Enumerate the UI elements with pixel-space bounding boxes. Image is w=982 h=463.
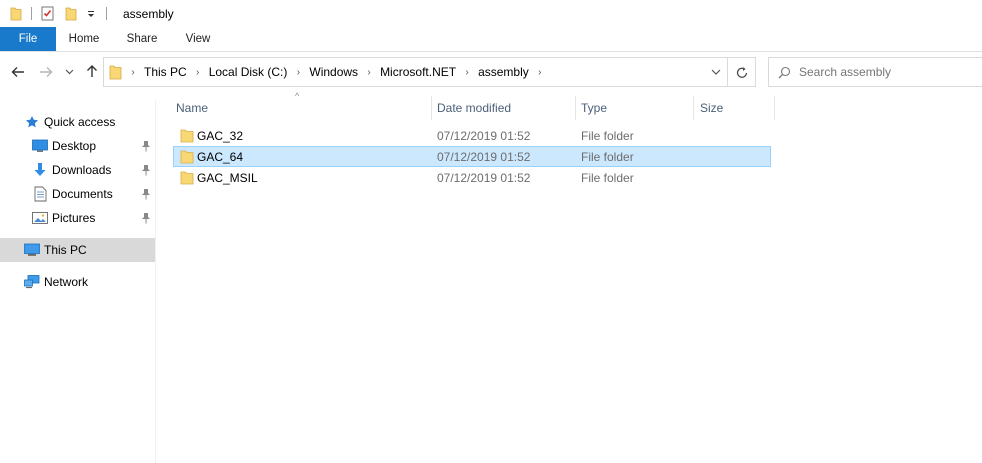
pin-icon[interactable]: [140, 139, 152, 153]
folder-icon: [180, 128, 196, 143]
forward-arrow-icon[interactable]: [38, 64, 54, 80]
chevron-right-icon[interactable]: ›: [460, 67, 474, 78]
nav-this-pc-label: This PC: [44, 243, 87, 257]
file-date: 07/12/2019 01:52: [437, 149, 531, 164]
search-input[interactable]: [799, 65, 969, 79]
pin-icon[interactable]: [140, 187, 152, 201]
column-divider[interactable]: [693, 96, 694, 120]
computer-icon: [24, 242, 40, 258]
file-row[interactable]: GAC_MSIL 07/12/2019 01:52 File folder: [173, 167, 771, 188]
tab-home[interactable]: Home: [56, 27, 112, 51]
nav-network-label: Network: [44, 275, 89, 289]
toolbar-separator: [31, 7, 32, 20]
nav-quick-access-label: Quick access: [44, 115, 116, 129]
quick-access-toolbar: [0, 0, 115, 27]
column-divider[interactable]: [431, 96, 432, 120]
column-header-size[interactable]: Size: [700, 96, 774, 120]
new-folder-icon[interactable]: [64, 6, 78, 22]
customize-toolbar-icon[interactable]: [84, 6, 98, 22]
back-arrow-icon[interactable]: [10, 64, 26, 80]
crumb-this-pc[interactable]: This PC: [140, 65, 191, 79]
window-title: assembly: [123, 6, 174, 21]
downloads-icon: [32, 162, 48, 178]
breadcrumb: › This PC › Local Disk (C:) › Windows › …: [104, 58, 703, 86]
folder-icon: [180, 149, 196, 164]
recent-locations-chevron-icon[interactable]: [63, 64, 75, 80]
crumb-local-disk[interactable]: Local Disk (C:): [205, 65, 292, 79]
nav-item-label: Documents: [52, 187, 113, 201]
column-header-type[interactable]: Type: [581, 96, 693, 120]
file-name: GAC_64: [197, 149, 244, 164]
nav-this-pc[interactable]: This PC: [0, 238, 155, 262]
nav-item-label: Desktop: [52, 139, 97, 153]
folder-icon[interactable]: [9, 6, 23, 22]
title-bar: assembly: [0, 0, 982, 27]
pin-icon[interactable]: [140, 163, 152, 177]
column-divider[interactable]: [575, 96, 576, 120]
network-icon: [24, 274, 40, 290]
address-bar[interactable]: › This PC › Local Disk (C:) › Windows › …: [103, 57, 756, 87]
properties-icon[interactable]: [40, 6, 54, 22]
file-date: 07/12/2019 01:52: [437, 170, 531, 185]
refresh-icon[interactable]: [727, 58, 755, 86]
column-header-name[interactable]: Name: [176, 96, 431, 120]
pin-icon[interactable]: [140, 211, 152, 225]
file-row-selected[interactable]: GAC_64 07/12/2019 01:52 File folder: [173, 146, 771, 167]
file-row[interactable]: GAC_32 07/12/2019 01:52 File folder: [173, 125, 771, 146]
crumb-assembly[interactable]: assembly: [474, 65, 533, 79]
file-date: 07/12/2019 01:52: [437, 128, 531, 143]
documents-icon: [32, 186, 48, 202]
nav-item-pictures[interactable]: Pictures: [0, 206, 155, 230]
search-box[interactable]: [768, 57, 982, 87]
file-type: File folder: [581, 149, 634, 164]
column-divider[interactable]: [774, 96, 775, 120]
chevron-right-icon[interactable]: ›: [191, 67, 205, 78]
navigation-pane: Quick access Desktop Downloads Documents: [0, 100, 156, 463]
file-name: GAC_MSIL: [197, 170, 258, 185]
nav-item-documents[interactable]: Documents: [0, 182, 155, 206]
crumb-windows[interactable]: Windows: [305, 65, 362, 79]
chevron-right-icon[interactable]: ›: [291, 67, 305, 78]
chevron-right-icon[interactable]: ›: [126, 67, 140, 78]
nav-item-label: Downloads: [52, 163, 112, 177]
file-type: File folder: [581, 128, 634, 143]
star-icon: [24, 114, 40, 130]
file-name: GAC_32: [197, 128, 244, 143]
nav-quick-access[interactable]: Quick access: [0, 110, 155, 134]
folder-icon: [180, 170, 196, 185]
search-icon: [769, 66, 799, 79]
nav-item-desktop[interactable]: Desktop: [0, 134, 155, 158]
nav-item-downloads[interactable]: Downloads: [0, 158, 155, 182]
tab-view[interactable]: View: [172, 27, 224, 51]
tab-share[interactable]: Share: [112, 27, 172, 51]
desktop-icon: [32, 138, 48, 154]
nav-item-label: Pictures: [52, 211, 96, 225]
address-dropdown-icon[interactable]: [703, 58, 727, 86]
location-folder-icon: [109, 64, 122, 80]
tab-file[interactable]: File: [0, 27, 56, 51]
pictures-icon: [32, 210, 48, 226]
nav-network[interactable]: Network: [0, 270, 155, 294]
ribbon-tabs: File Home Share View: [0, 27, 982, 52]
chevron-right-icon[interactable]: ›: [362, 67, 376, 78]
toolbar-separator: [106, 7, 107, 20]
chevron-right-icon[interactable]: ›: [533, 67, 547, 78]
file-type: File folder: [581, 170, 634, 185]
up-arrow-icon[interactable]: [84, 63, 100, 79]
crumb-microsoft-net[interactable]: Microsoft.NET: [376, 65, 460, 79]
column-header-date[interactable]: Date modified: [437, 96, 575, 120]
